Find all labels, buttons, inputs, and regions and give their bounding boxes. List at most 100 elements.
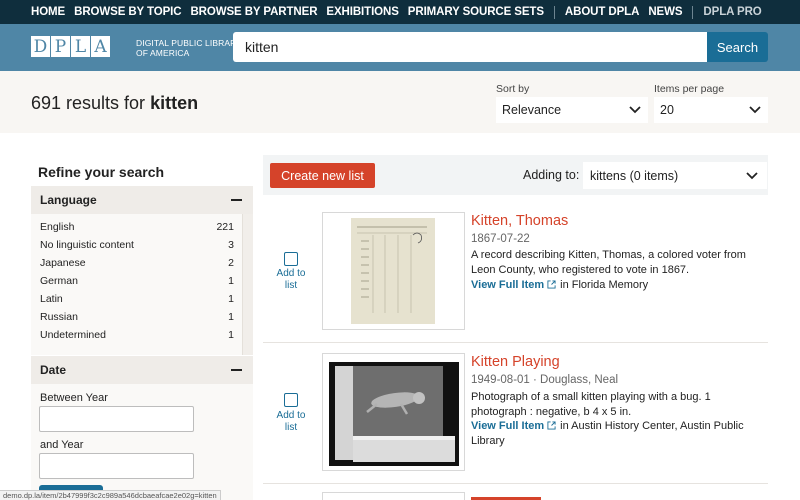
item-thumbnail[interactable] bbox=[322, 492, 465, 500]
facet-item-no-linguistic[interactable]: No linguistic content 3 bbox=[40, 239, 234, 257]
facet-label: Latin bbox=[40, 293, 63, 305]
add-to-list-text: list bbox=[284, 422, 298, 433]
item-thumbnail[interactable] bbox=[322, 353, 465, 471]
view-full-item-link[interactable]: View Full Item bbox=[471, 279, 544, 291]
refine-title: Refine your search bbox=[38, 164, 165, 180]
logo-letter: P bbox=[51, 36, 70, 57]
logo-text-line: DIGITAL PUBLIC LIBRARY bbox=[136, 38, 242, 48]
create-list-button[interactable]: Create new list bbox=[270, 163, 375, 188]
kitten-photo-thumbnail-image bbox=[323, 354, 464, 470]
results-count: 691 results for kitten bbox=[31, 93, 198, 114]
nav-exhibitions[interactable]: EXHIBITIONS bbox=[326, 6, 398, 18]
facet-item-german[interactable]: German 1 bbox=[40, 275, 234, 293]
facet-label: Undetermined bbox=[40, 329, 106, 341]
facet-label: German bbox=[40, 275, 78, 287]
facet-count: 1 bbox=[228, 293, 234, 305]
sort-select[interactable]: Relevance bbox=[496, 97, 648, 123]
and-year-label: and Year bbox=[40, 439, 84, 451]
facet-label: Russian bbox=[40, 311, 78, 323]
sort-label: Sort by bbox=[496, 83, 530, 95]
date-heading: Date bbox=[40, 363, 67, 377]
logo-letter: L bbox=[71, 36, 90, 57]
facet-label: English bbox=[40, 221, 75, 233]
item-title-link[interactable]: Kitten Playing bbox=[471, 354, 560, 370]
document-thumbnail-image bbox=[323, 213, 464, 329]
collapse-icon bbox=[231, 199, 242, 201]
nav-divider bbox=[553, 5, 555, 19]
per-page-label: Items per page bbox=[654, 83, 725, 95]
chevron-down-icon bbox=[629, 106, 641, 114]
collapse-icon bbox=[231, 369, 242, 371]
dpla-logo[interactable]: D P L A bbox=[31, 36, 111, 57]
language-heading: Language bbox=[40, 193, 97, 207]
item-thumbnail[interactable] bbox=[322, 212, 465, 330]
nav-home[interactable]: HOME bbox=[31, 6, 65, 18]
item-source: View Full Item in Florida Memory bbox=[471, 278, 766, 293]
nav-divider bbox=[692, 5, 694, 19]
item-date-creator: 1949-08-01 · Douglass, Neal bbox=[471, 374, 619, 386]
facet-item-undetermined[interactable]: Undetermined 1 bbox=[40, 329, 234, 347]
facet-item-russian[interactable]: Russian 1 bbox=[40, 311, 234, 329]
facet-item-latin[interactable]: Latin 1 bbox=[40, 293, 234, 311]
facet-count: 221 bbox=[216, 221, 234, 233]
list-select-value: kittens (0 items) bbox=[590, 168, 679, 183]
item-provider: in Florida Memory bbox=[560, 279, 649, 291]
site-header: D P L A DIGITAL PUBLIC LIBRARY OF AMERIC… bbox=[0, 24, 800, 71]
facet-item-english[interactable]: English 221 bbox=[40, 221, 234, 239]
add-to-list-text: Add to bbox=[276, 410, 306, 421]
facet-scrollbar[interactable] bbox=[242, 214, 253, 355]
nav-news[interactable]: NEWS bbox=[648, 6, 682, 18]
facet-item-japanese[interactable]: Japanese 2 bbox=[40, 257, 234, 275]
logo-text-line: OF AMERICA bbox=[136, 48, 190, 58]
adding-to-label: Adding to: bbox=[523, 168, 580, 182]
add-to-list-label[interactable]: Add to list bbox=[269, 268, 313, 292]
add-to-list-checkbox[interactable] bbox=[284, 393, 298, 407]
logo-letter: A bbox=[91, 36, 110, 57]
between-year-label: Between Year bbox=[40, 392, 108, 404]
result-divider bbox=[263, 483, 768, 484]
nav-about[interactable]: ABOUT DPLA bbox=[565, 6, 639, 18]
logo-letter: D bbox=[31, 36, 50, 57]
results-count-prefix: 691 results for bbox=[31, 93, 151, 113]
add-to-list-checkbox[interactable] bbox=[284, 252, 298, 266]
facet-label: No linguistic content bbox=[40, 239, 134, 251]
nav-browse-partner[interactable]: BROWSE BY PARTNER bbox=[190, 6, 317, 18]
facet-count: 2 bbox=[228, 257, 234, 269]
item-description: A record describing Kitten, Thomas, a co… bbox=[471, 249, 746, 276]
item-description: Photograph of a small kitten playing wit… bbox=[471, 391, 711, 418]
chevron-down-icon bbox=[749, 106, 761, 114]
add-to-list-label[interactable]: Add to list bbox=[269, 410, 313, 434]
top-nav: HOME BROWSE BY TOPIC BROWSE BY PARTNER E… bbox=[0, 0, 800, 24]
status-bar-url: demo.dp.la/item/2b47999f3c2c989a546dcbae… bbox=[0, 490, 221, 500]
nav-primary-source-sets[interactable]: PRIMARY SOURCE SETS bbox=[408, 6, 544, 18]
per-page-select[interactable]: 20 bbox=[654, 97, 768, 123]
list-select[interactable]: kittens (0 items) bbox=[583, 162, 767, 189]
between-year-input[interactable] bbox=[39, 406, 194, 432]
per-page-value: 20 bbox=[660, 103, 674, 117]
date-facet-header[interactable]: Date bbox=[31, 356, 253, 384]
search-input[interactable]: kitten bbox=[233, 32, 707, 62]
add-to-list-text: list bbox=[284, 280, 298, 291]
item-date: 1867-07-22 bbox=[471, 233, 530, 245]
item-source: View Full Item in Austin History Center, … bbox=[471, 419, 766, 449]
language-facet-header[interactable]: Language bbox=[31, 186, 253, 214]
sort-value: Relevance bbox=[502, 103, 562, 117]
nav-dpla-pro[interactable]: DPLA PRO bbox=[703, 6, 761, 18]
chevron-down-icon bbox=[746, 172, 758, 180]
facet-count: 1 bbox=[228, 275, 234, 287]
item-title-link[interactable]: Kitten, Thomas bbox=[471, 213, 568, 229]
add-to-list-text: Add to bbox=[276, 268, 306, 279]
facet-count: 1 bbox=[228, 311, 234, 323]
external-link-icon bbox=[547, 280, 556, 289]
nav-browse-topic[interactable]: BROWSE BY TOPIC bbox=[74, 6, 181, 18]
facet-count: 3 bbox=[228, 239, 234, 251]
logo-text: DIGITAL PUBLIC LIBRARY OF AMERICA bbox=[136, 38, 242, 58]
view-full-item-link[interactable]: View Full Item bbox=[471, 420, 544, 432]
search-button[interactable]: Search bbox=[707, 32, 768, 62]
and-year-input[interactable] bbox=[39, 453, 194, 479]
external-link-icon bbox=[547, 421, 556, 430]
item-title-link[interactable] bbox=[471, 490, 541, 500]
facet-count: 1 bbox=[228, 329, 234, 341]
result-divider bbox=[263, 342, 768, 343]
results-query: kitten bbox=[150, 93, 199, 113]
